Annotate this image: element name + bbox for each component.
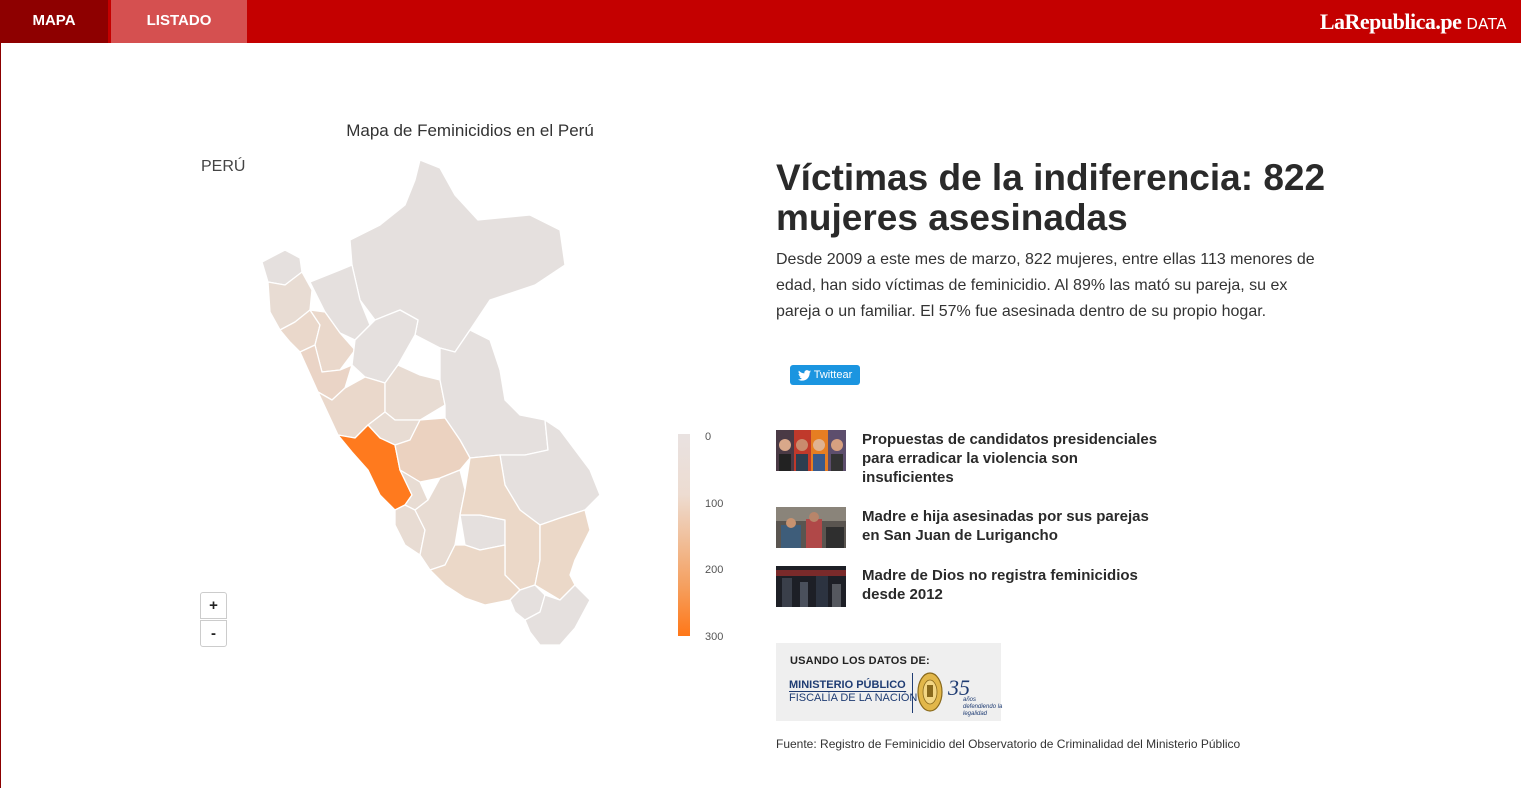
legend-color-scale [678, 434, 690, 636]
twitter-bird-icon [797, 369, 811, 381]
brand-logo[interactable]: LaRepublica.pe DATA [1320, 9, 1507, 35]
related-article-1[interactable]: Propuestas de candidatos presidenciales … [776, 430, 1162, 487]
tab-listado[interactable]: LISTADO [111, 0, 247, 43]
source-citation: Fuente: Registro de Feminicidio del Obse… [776, 737, 1241, 751]
legend-tick-100: 100 [705, 498, 724, 510]
page-edge [0, 0, 1, 788]
anniversary-subtitle: años defendiendo la legalidad [963, 697, 1003, 717]
region-puno[interactable] [534, 509, 591, 601]
article-headline: Víctimas de la indiferencia: 822 mujeres… [776, 157, 1326, 238]
region-huanuco[interactable] [384, 364, 446, 421]
zoom-in-button[interactable]: + [200, 592, 227, 619]
brand-section: DATA [1466, 15, 1507, 33]
legend-tick-0: 0 [705, 431, 712, 443]
legend-tick-200: 200 [705, 564, 724, 576]
fiscalia-name: FISCALÍA DE LA NACIÓN [789, 692, 918, 704]
legend-tick-300: 300 [705, 631, 724, 643]
related-article-3[interactable]: Madre de Dios no registra feminicidios d… [776, 566, 1162, 607]
article-intro: Desde 2009 a este mes de marzo, 822 muje… [776, 251, 1315, 320]
related-title-2: Madre e hija asesinadas por sus parejas … [862, 508, 1149, 544]
ministerio-publico-name: MINISTERIO PÚBLICO [789, 679, 906, 692]
related-title-1: Propuestas de candidatos presidenciales … [862, 431, 1158, 486]
tweet-button[interactable]: Twittear [790, 365, 860, 385]
ministerio-seal-icon [917, 672, 943, 712]
related-thumbnail-madre-de-dios [776, 566, 846, 607]
country-label: PERÚ [201, 158, 246, 175]
related-title-3: Madre de Dios no registra feminicidios d… [862, 567, 1138, 603]
zoom-out-button[interactable]: - [200, 620, 227, 647]
related-article-2[interactable]: Madre e hija asesinadas por sus parejas … [776, 507, 1162, 548]
peru-choropleth-map [261, 159, 601, 646]
tweet-label: Twittear [813, 369, 853, 381]
tab-mapa[interactable]: MAPA [0, 0, 108, 43]
related-thumbnail-mother-daughter [776, 507, 846, 548]
logo-divider [912, 673, 913, 713]
related-thumbnail-candidates [776, 430, 846, 471]
brand-name: LaRepublica.pe [1319, 9, 1462, 34]
region-apurimac[interactable] [459, 514, 506, 551]
data-source-box: USANDO LOS DATOS DE: MINISTERIO PÚBLICO … [776, 643, 1003, 721]
map-title: Mapa de Feminicidios en el Perú [346, 121, 594, 140]
top-navigation-bar: MAPA LISTADO LaRepublica.pe DATA [0, 0, 1521, 43]
source-label: USANDO LOS DATOS DE: [790, 655, 930, 667]
